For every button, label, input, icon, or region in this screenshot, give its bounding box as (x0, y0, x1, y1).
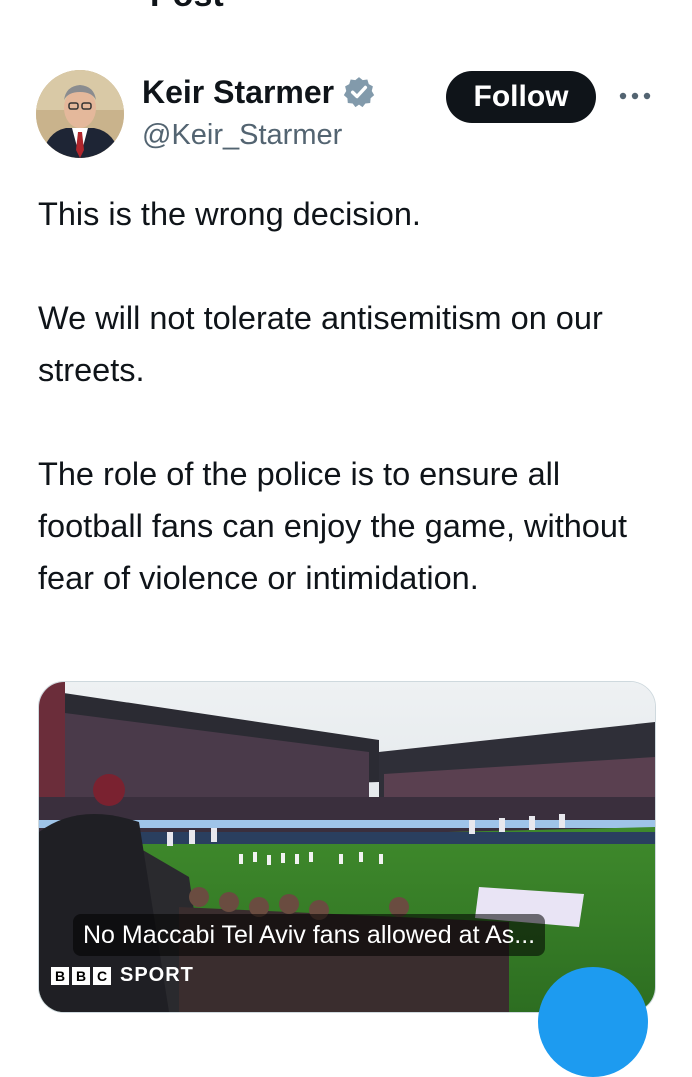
link-preview-card[interactable]: No Maccabi Tel Aviv fans allowed at As..… (38, 681, 656, 1013)
page-title: Post (150, 0, 224, 12)
bbc-sport-logo: B B C SPORT (51, 964, 194, 987)
follow-button[interactable]: Follow (446, 71, 596, 123)
verified-badge-icon (343, 77, 375, 108)
bbc-letter: C (93, 966, 111, 985)
post-text: This is the wrong decision. We will not … (38, 188, 658, 604)
avatar[interactable] (36, 70, 124, 158)
source-word: SPORT (120, 964, 194, 986)
post-paragraph: This is the wrong decision. (38, 196, 421, 232)
arrow-left-icon[interactable] (36, 0, 66, 10)
post-paragraph: We will not tolerate antisemitism on our… (38, 300, 603, 388)
author-handle[interactable]: @Keir_Starmer (142, 116, 342, 154)
compose-fab-button[interactable] (538, 967, 648, 1077)
post-paragraph: The role of the police is to ensure all … (38, 456, 627, 596)
stadium-photo (39, 682, 655, 1012)
author-display-name[interactable]: Keir Starmer (142, 72, 334, 112)
avatar-image (36, 70, 124, 158)
link-card-title[interactable]: No Maccabi Tel Aviv fans allowed at As..… (73, 914, 546, 956)
top-navigation-bar: Post (0, 0, 692, 14)
more-horizontal-icon[interactable] (618, 86, 652, 106)
bbc-letter: B (72, 966, 90, 985)
author-name-row[interactable]: Keir Starmer (142, 72, 376, 112)
bbc-letter: B (51, 966, 69, 985)
